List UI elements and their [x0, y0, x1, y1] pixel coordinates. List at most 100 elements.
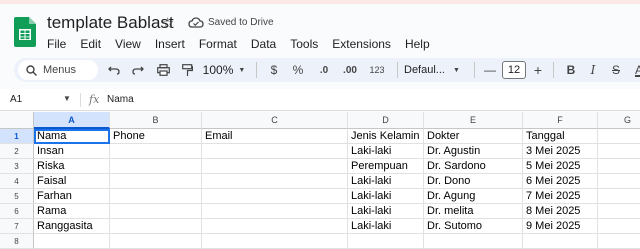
table-cell[interactable]: 6 Mei 2025	[523, 174, 598, 189]
header-cell[interactable]: Email	[202, 129, 348, 144]
table-cell[interactable]	[202, 204, 348, 219]
table-cell[interactable]: 3 Mei 2025	[523, 144, 598, 159]
table-cell[interactable]	[34, 234, 110, 249]
cloud-saved-icon[interactable]	[188, 16, 204, 30]
menu-tools[interactable]: Tools	[283, 37, 325, 51]
table-cell[interactable]: 8 Mei 2025	[523, 204, 598, 219]
menu-file[interactable]: File	[40, 37, 73, 51]
increase-decimal-button[interactable]: .00	[337, 59, 363, 81]
table-cell[interactable]: Riska	[34, 159, 110, 174]
star-icon[interactable]: ☆	[161, 14, 174, 32]
menu-help[interactable]: Help	[398, 37, 437, 51]
column-header[interactable]: A	[34, 112, 110, 129]
search-menus-button[interactable]: Menus	[18, 60, 98, 80]
table-cell[interactable]	[598, 144, 640, 159]
table-cell[interactable]	[110, 174, 202, 189]
header-cell[interactable]	[598, 129, 640, 144]
table-cell[interactable]: Dr. Sutomo	[424, 219, 523, 234]
table-cell[interactable]	[598, 174, 640, 189]
column-header[interactable]: F	[523, 112, 598, 129]
table-cell[interactable]: Laki-laki	[348, 219, 424, 234]
header-cell[interactable]: Nama	[34, 129, 110, 144]
table-cell[interactable]: Insan	[34, 144, 110, 159]
row-header[interactable]: 2	[0, 144, 34, 159]
column-header[interactable]: G	[598, 112, 640, 129]
column-header[interactable]: C	[202, 112, 348, 129]
column-header[interactable]: B	[110, 112, 202, 129]
strikethrough-button[interactable]: S	[604, 59, 628, 81]
redo-icon[interactable]	[126, 59, 150, 81]
decrease-font-size-button[interactable]: —	[481, 59, 499, 81]
bold-button[interactable]: B	[560, 59, 582, 81]
paint-format-icon[interactable]	[176, 59, 198, 81]
table-cell[interactable]: 7 Mei 2025	[523, 189, 598, 204]
document-title[interactable]: template Bablast	[47, 13, 174, 33]
header-cell[interactable]: Dokter	[424, 129, 523, 144]
row-header[interactable]: 5	[0, 189, 34, 204]
menu-data[interactable]: Data	[244, 37, 283, 51]
header-cell[interactable]: Jenis Kelamin	[348, 129, 424, 144]
table-cell[interactable]	[598, 219, 640, 234]
table-cell[interactable]	[523, 234, 598, 249]
table-cell[interactable]	[110, 159, 202, 174]
menu-extensions[interactable]: Extensions	[325, 37, 398, 51]
table-cell[interactable]: 9 Mei 2025	[523, 219, 598, 234]
decrease-decimal-button[interactable]: .0	[311, 59, 337, 81]
menu-insert[interactable]: Insert	[148, 37, 192, 51]
column-header[interactable]: E	[424, 112, 523, 129]
row-header[interactable]: 7	[0, 219, 34, 234]
sheets-logo-icon[interactable]	[14, 17, 36, 47]
menu-view[interactable]: View	[108, 37, 148, 51]
print-icon[interactable]	[150, 59, 176, 81]
table-cell[interactable]	[110, 234, 202, 249]
table-cell[interactable]: Rama	[34, 204, 110, 219]
table-cell[interactable]	[110, 219, 202, 234]
currency-format-button[interactable]: $	[263, 59, 285, 81]
table-cell[interactable]: 5 Mei 2025	[523, 159, 598, 174]
number-format-button[interactable]: 123	[363, 59, 391, 81]
table-cell[interactable]	[202, 144, 348, 159]
table-cell[interactable]: Farhan	[34, 189, 110, 204]
table-cell[interactable]	[110, 189, 202, 204]
text-color-button[interactable]: A	[628, 59, 640, 81]
table-cell[interactable]	[202, 159, 348, 174]
table-cell[interactable]	[202, 234, 348, 249]
table-cell[interactable]	[110, 144, 202, 159]
chevron-down-icon[interactable]: ▼	[63, 94, 71, 103]
table-cell[interactable]	[348, 234, 424, 249]
zoom-select[interactable]: 100% ▼	[198, 59, 250, 81]
increase-font-size-button[interactable]: +	[529, 59, 547, 81]
select-all-corner[interactable]	[0, 112, 34, 129]
row-header[interactable]: 1	[0, 129, 34, 144]
row-header[interactable]: 3	[0, 159, 34, 174]
table-cell[interactable]	[598, 159, 640, 174]
menu-edit[interactable]: Edit	[73, 37, 108, 51]
formula-input[interactable]: Nama	[107, 94, 134, 105]
table-cell[interactable]: Laki-laki	[348, 189, 424, 204]
table-cell[interactable]: Dr. Sardono	[424, 159, 523, 174]
header-cell[interactable]: Tanggal	[523, 129, 598, 144]
table-cell[interactable]	[598, 234, 640, 249]
table-cell[interactable]: Dr. Agung	[424, 189, 523, 204]
table-cell[interactable]	[202, 189, 348, 204]
italic-button[interactable]: I	[582, 59, 604, 81]
row-header[interactable]: 4	[0, 174, 34, 189]
table-cell[interactable]: Laki-laki	[348, 144, 424, 159]
font-size-input[interactable]: 12	[502, 61, 526, 79]
table-cell[interactable]	[598, 204, 640, 219]
table-cell[interactable]: Faisal	[34, 174, 110, 189]
table-cell[interactable]	[598, 189, 640, 204]
table-cell[interactable]	[202, 219, 348, 234]
table-cell[interactable]: Dr. melita	[424, 204, 523, 219]
column-header[interactable]: D	[348, 112, 424, 129]
table-cell[interactable]	[202, 174, 348, 189]
row-header[interactable]: 8	[0, 234, 34, 249]
table-cell[interactable]	[424, 234, 523, 249]
table-cell[interactable]: Laki-laki	[348, 204, 424, 219]
name-box[interactable]: A1	[10, 94, 22, 105]
table-cell[interactable]: Ranggasita	[34, 219, 110, 234]
table-cell[interactable]: Dr. Dono	[424, 174, 523, 189]
header-cell[interactable]: Phone	[110, 129, 202, 144]
table-cell[interactable]: Laki-laki	[348, 174, 424, 189]
spreadsheet-grid[interactable]: A B C D E F G 1 Nama Phone Email Jenis Kelamin Dokte…	[0, 112, 640, 249]
